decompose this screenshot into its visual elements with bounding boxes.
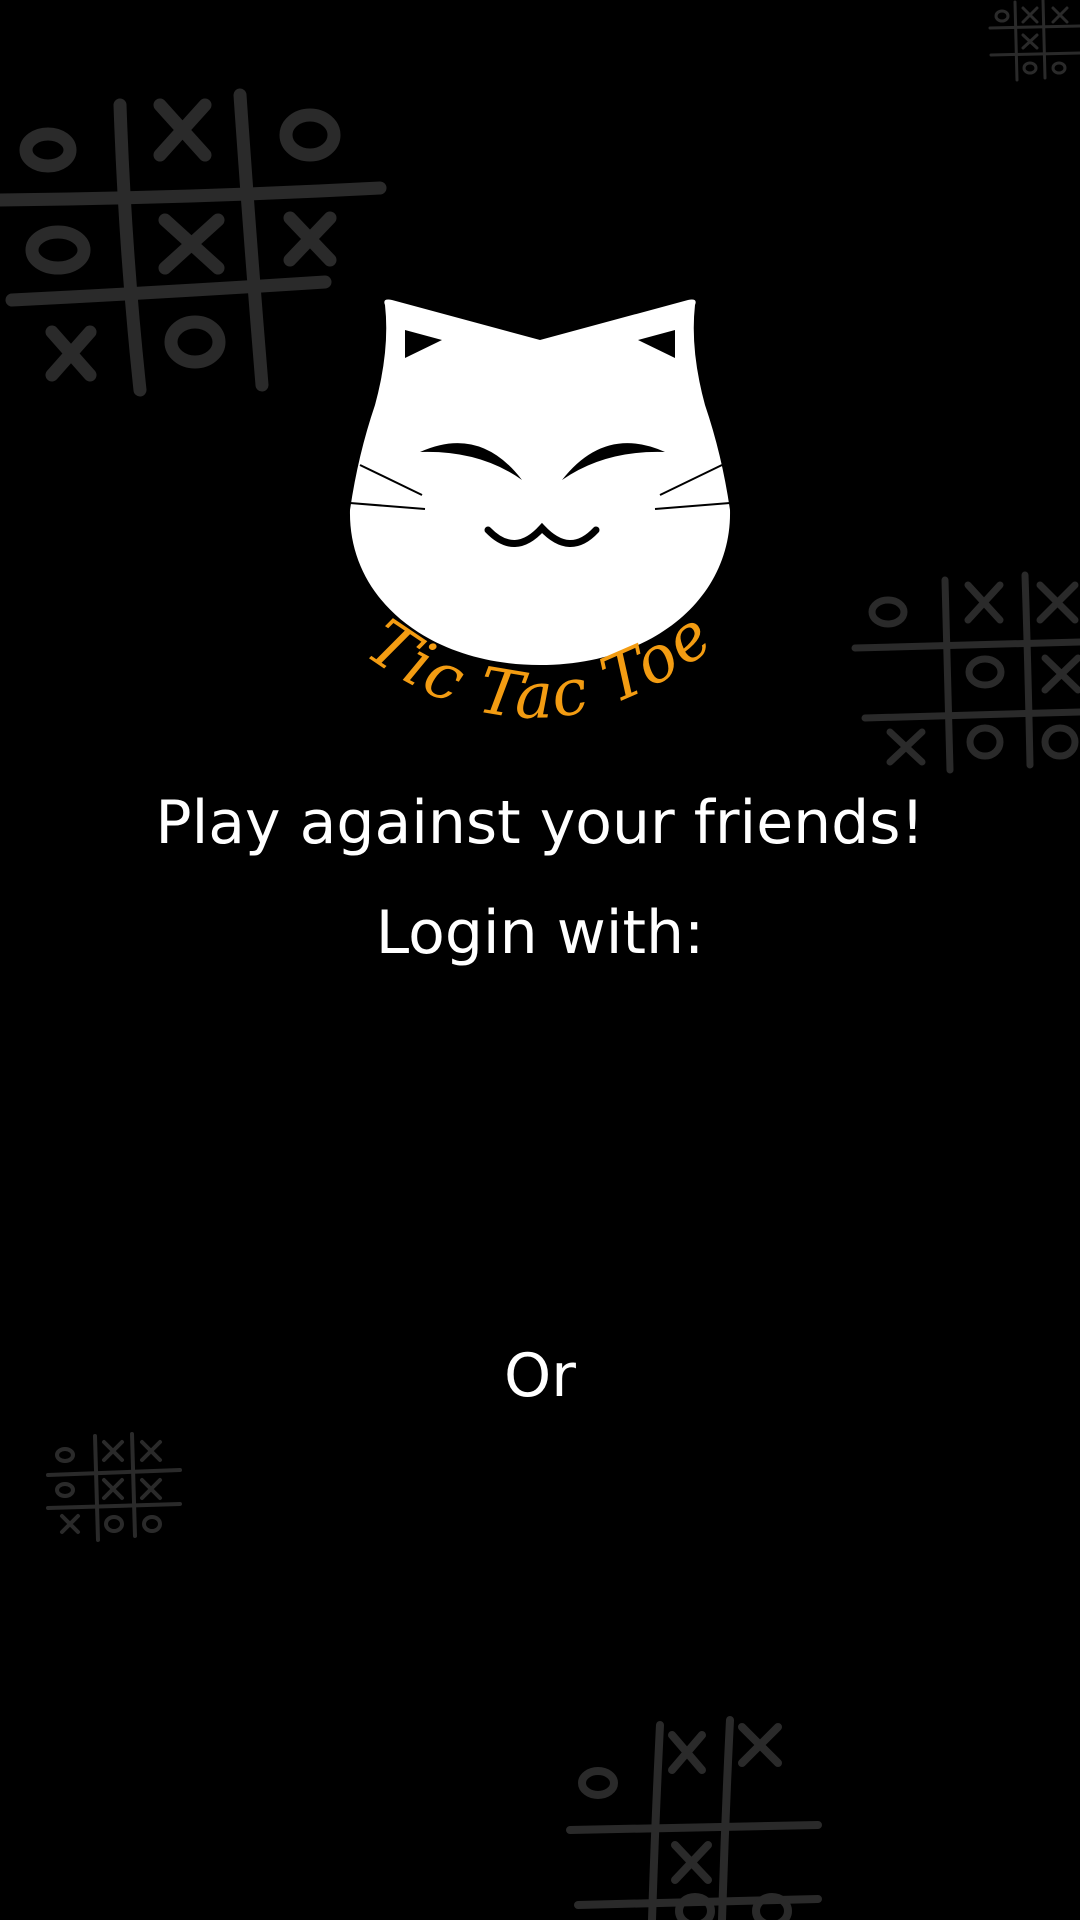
logo-wordmark: Tic Tac Toe [354, 600, 727, 735]
alternate-login-area [140, 1440, 940, 1740]
decor-board-top-right-icon [988, 0, 1080, 82]
decor-board-mid-right-icon [851, 571, 1080, 774]
tagline: Play against your friends! [155, 788, 925, 858]
login-screen: Tic Tac Toe Play against your friends! L… [0, 0, 1080, 1920]
svg-text:Tic Tac Toe: Tic Tac Toe [354, 600, 727, 735]
or-divider-label: Or [504, 1341, 576, 1411]
decor-board-bottom-center-icon [566, 1716, 822, 1920]
social-login-area [140, 1010, 940, 1310]
login-with-label: Login with: [375, 898, 705, 968]
